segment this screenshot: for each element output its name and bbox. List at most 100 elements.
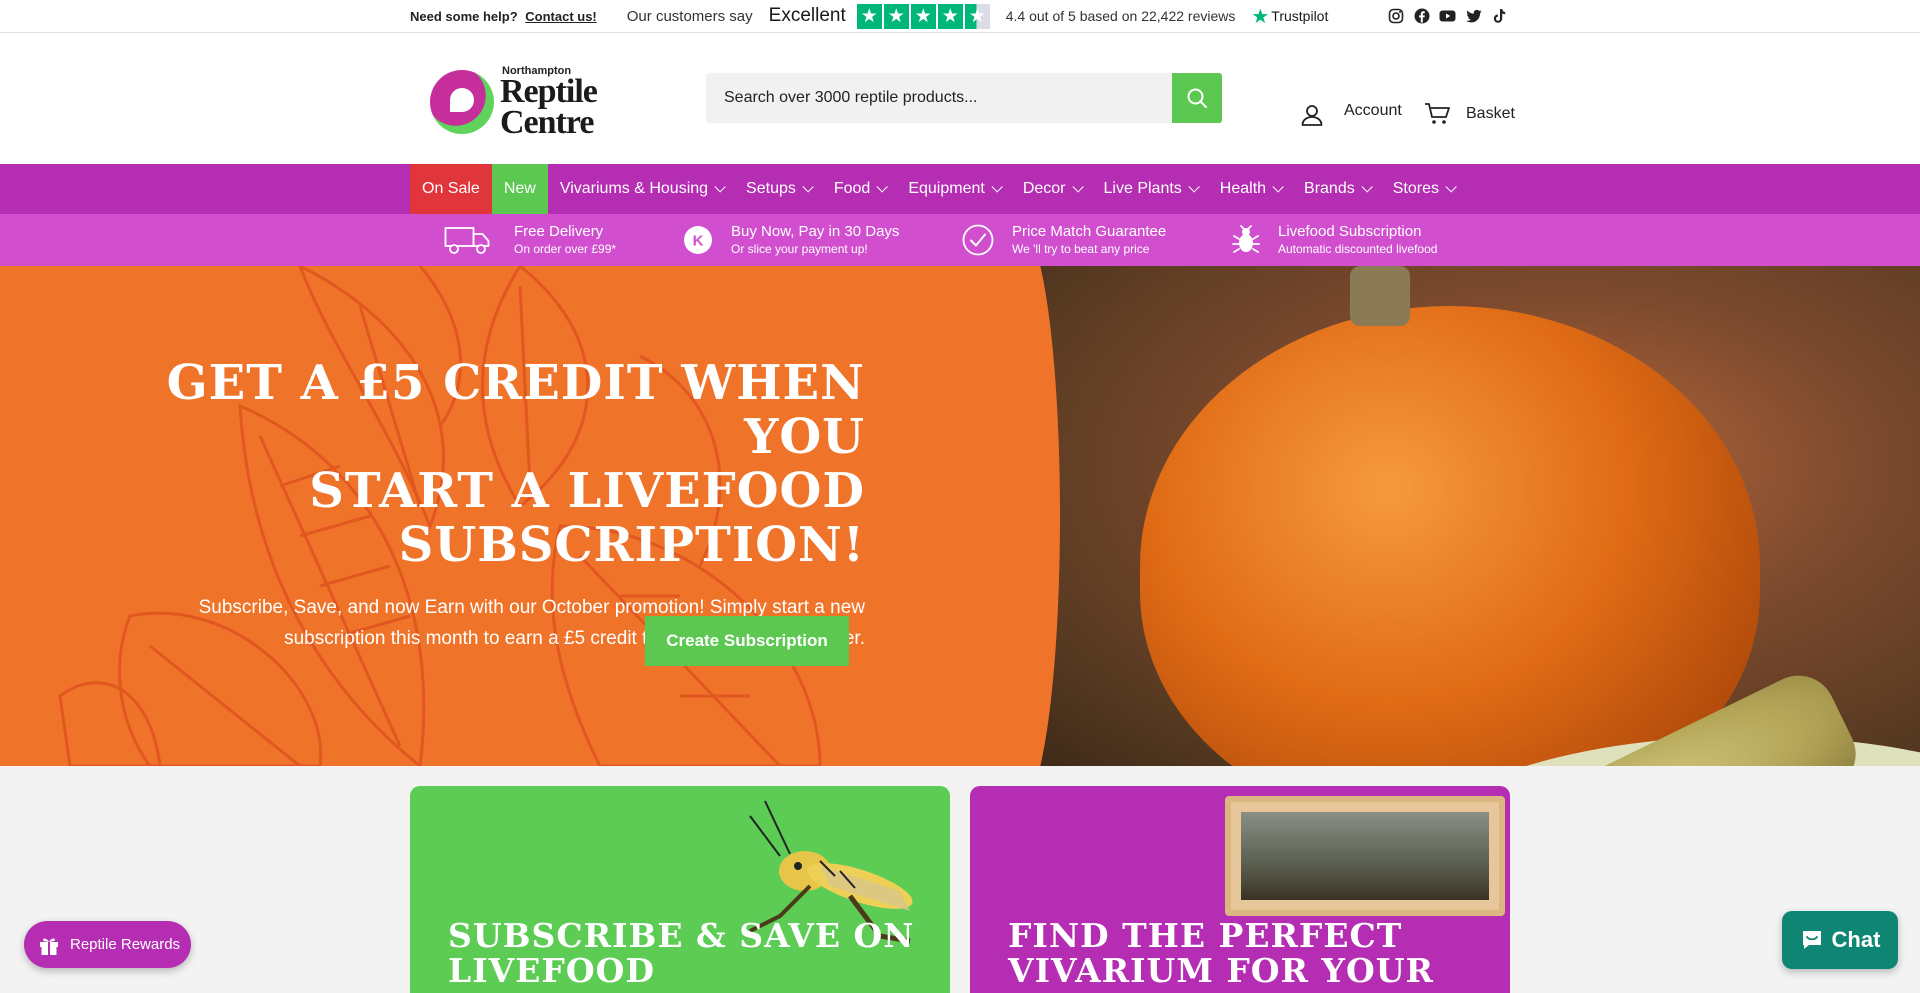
usp-subtitle: On order over £99* <box>514 242 617 256</box>
promo-card-livefood[interactable]: SUBSCRIBE & SAVE ON LIVEFOOD <box>410 786 950 993</box>
chevron-down-icon <box>1445 181 1457 193</box>
trustpilot-logo: ★ Trustpilot <box>1251 4 1328 29</box>
search-icon <box>1187 88 1207 108</box>
check-circle-icon <box>962 224 994 256</box>
usp-bar: Free Delivery On order over £99* K Buy N… <box>0 214 1920 266</box>
trustpilot-star-icon: ★ <box>1251 5 1270 28</box>
logo-line2: Centre <box>500 103 594 141</box>
cart-icon <box>1425 103 1450 124</box>
usp-title: Buy Now, Pay in 30 Days <box>731 223 900 240</box>
social-links <box>1387 8 1508 25</box>
nav-item-food[interactable]: Food <box>822 164 896 214</box>
nav-item-stores[interactable]: Stores <box>1381 164 1465 214</box>
usp-price-match[interactable]: Price Match Guarantee We 'll try to beat… <box>962 214 1166 266</box>
star-icon: ★ <box>937 3 963 29</box>
nav-item-new[interactable]: New <box>491 164 548 214</box>
klarna-icon: K <box>683 225 713 255</box>
nav-item-label: Decor <box>1022 180 1066 197</box>
basket-label: Basket <box>1466 105 1515 122</box>
svg-text:K: K <box>693 233 704 250</box>
truck-icon <box>444 225 492 255</box>
customers-say-label: Our customers say <box>626 7 753 25</box>
site-header: Northampton Reptile Centre Account Baske… <box>0 33 1920 164</box>
promo-card-vivarium[interactable]: FIND THE PERFECT VIVARIUM FOR YOUR PET <box>970 786 1510 993</box>
search-bar <box>706 73 1222 123</box>
basket-link[interactable]: Basket <box>1424 99 1515 129</box>
hero-title-line: GET A £5 CREDIT WHEN YOU <box>166 355 865 465</box>
usp-title: Free Delivery <box>514 223 604 240</box>
chevron-down-icon <box>991 181 1003 193</box>
chevron-down-icon <box>876 181 889 193</box>
hero-title-line: START A LIVEFOOD <box>309 463 865 519</box>
chevron-down-icon <box>1188 181 1200 193</box>
usp-subtitle: Automatic discounted livefood <box>1278 242 1438 256</box>
nav-item-live-plants[interactable]: Live Plants <box>1092 164 1208 214</box>
nav-item-label: On Sale <box>422 180 480 197</box>
nav-item-label: Equipment <box>908 180 985 197</box>
nav-item-health[interactable]: Health <box>1208 164 1292 214</box>
nav-item-label: Live Plants <box>1103 180 1182 197</box>
nav-item-on-sale[interactable]: On Sale <box>410 164 492 214</box>
twitter-icon[interactable] <box>1465 8 1482 25</box>
account-link[interactable]: Account <box>1300 99 1402 129</box>
rating-text: 4.4 out of 5 based on 22,422 reviews <box>1005 8 1236 24</box>
help-text: Need some help? Contact us! <box>410 9 597 24</box>
search-button[interactable] <box>1172 73 1222 123</box>
usp-subtitle: Or slice your payment up! <box>731 242 868 256</box>
star-icon: ★ <box>883 3 909 29</box>
usp-free-delivery[interactable]: Free Delivery On order over £99* <box>444 214 616 266</box>
create-subscription-button[interactable]: Create Subscription <box>645 616 849 666</box>
star-half-icon: ★ <box>964 3 990 29</box>
usp-title: Livefood Subscription <box>1278 223 1422 240</box>
help-label: Need some help? <box>410 8 518 24</box>
youtube-icon[interactable] <box>1439 8 1456 25</box>
nav-item-decor[interactable]: Decor <box>1011 164 1092 214</box>
reptile-rewards-label: Reptile Rewards <box>70 936 181 953</box>
promo-card-title-line: LIVEFOOD <box>448 951 655 990</box>
promo-card-title: SUBSCRIBE & SAVE ON LIVEFOOD <box>448 918 914 988</box>
promo-cards: SUBSCRIBE & SAVE ON LIVEFOOD FIND THE PE… <box>0 766 1920 993</box>
contact-us-link[interactable]: Contact us! <box>525 9 597 24</box>
site-logo[interactable]: Northampton Reptile Centre <box>430 65 610 141</box>
nav-item-label: New <box>503 180 536 197</box>
nav-item-vivariums-housing[interactable]: Vivariums & Housing <box>548 164 734 214</box>
nav-item-brands[interactable]: Brands <box>1292 164 1381 214</box>
nav-item-label: Brands <box>1304 180 1355 197</box>
pumpkin-stem <box>1350 266 1410 326</box>
usp-pay-later[interactable]: K Buy Now, Pay in 30 Days Or slice your … <box>683 214 899 266</box>
usp-subtitle: We 'll try to beat any price <box>1012 242 1150 256</box>
chat-label: Chat <box>1831 927 1881 952</box>
trustpilot-widget[interactable]: Our customers say Excellent ★ ★ ★ ★ ★ 4.… <box>626 3 1328 29</box>
instagram-icon[interactable] <box>1387 8 1404 25</box>
chat-bubble-icon <box>1802 931 1821 949</box>
chevron-down-icon <box>714 181 726 193</box>
tiktok-icon[interactable] <box>1491 8 1508 25</box>
nav-item-label: Vivariums & Housing <box>559 180 709 197</box>
nav-item-setups[interactable]: Setups <box>734 164 822 214</box>
promo-card-title-line: SUBSCRIBE & SAVE ON <box>448 916 915 955</box>
nav-item-equipment[interactable]: Equipment <box>896 164 1011 214</box>
rating-word: Excellent <box>768 5 846 26</box>
chat-button[interactable]: Chat <box>1782 911 1898 969</box>
chevron-down-icon <box>1361 181 1373 193</box>
main-nav: On Sale New Vivariums & Housing Setups Food E… <box>0 164 1920 214</box>
chevron-down-icon <box>1071 181 1084 193</box>
usp-livefood-subscription[interactable]: Livefood Subscription Automatic discount… <box>1232 214 1437 266</box>
account-label: Account <box>1344 102 1402 119</box>
promo-card-title-line: VIVARIUM FOR YOUR PET <box>1008 951 1434 993</box>
reptile-rewards-button[interactable]: Reptile Rewards <box>24 921 191 968</box>
nav-item-label: Stores <box>1392 180 1439 197</box>
hero-text-block: GET A £5 CREDIT WHEN YOU START A LIVEFOO… <box>160 356 865 654</box>
chevron-down-icon <box>1272 181 1284 193</box>
vivarium-image <box>1225 796 1505 916</box>
nav-item-label: Setups <box>746 180 796 197</box>
logo-line1: Reptile <box>500 72 598 110</box>
hero-title-line: SUBSCRIPTION! <box>398 517 865 573</box>
hero-title: GET A £5 CREDIT WHEN YOU START A LIVEFOO… <box>160 356 865 572</box>
search-input[interactable] <box>706 73 1172 123</box>
chevron-down-icon <box>802 181 814 193</box>
nav-list: On Sale New Vivariums & Housing Setups Food E… <box>410 164 1465 214</box>
facebook-icon[interactable] <box>1413 8 1430 25</box>
trustpilot-label: Trustpilot <box>1271 8 1329 24</box>
user-icon <box>1301 105 1323 126</box>
